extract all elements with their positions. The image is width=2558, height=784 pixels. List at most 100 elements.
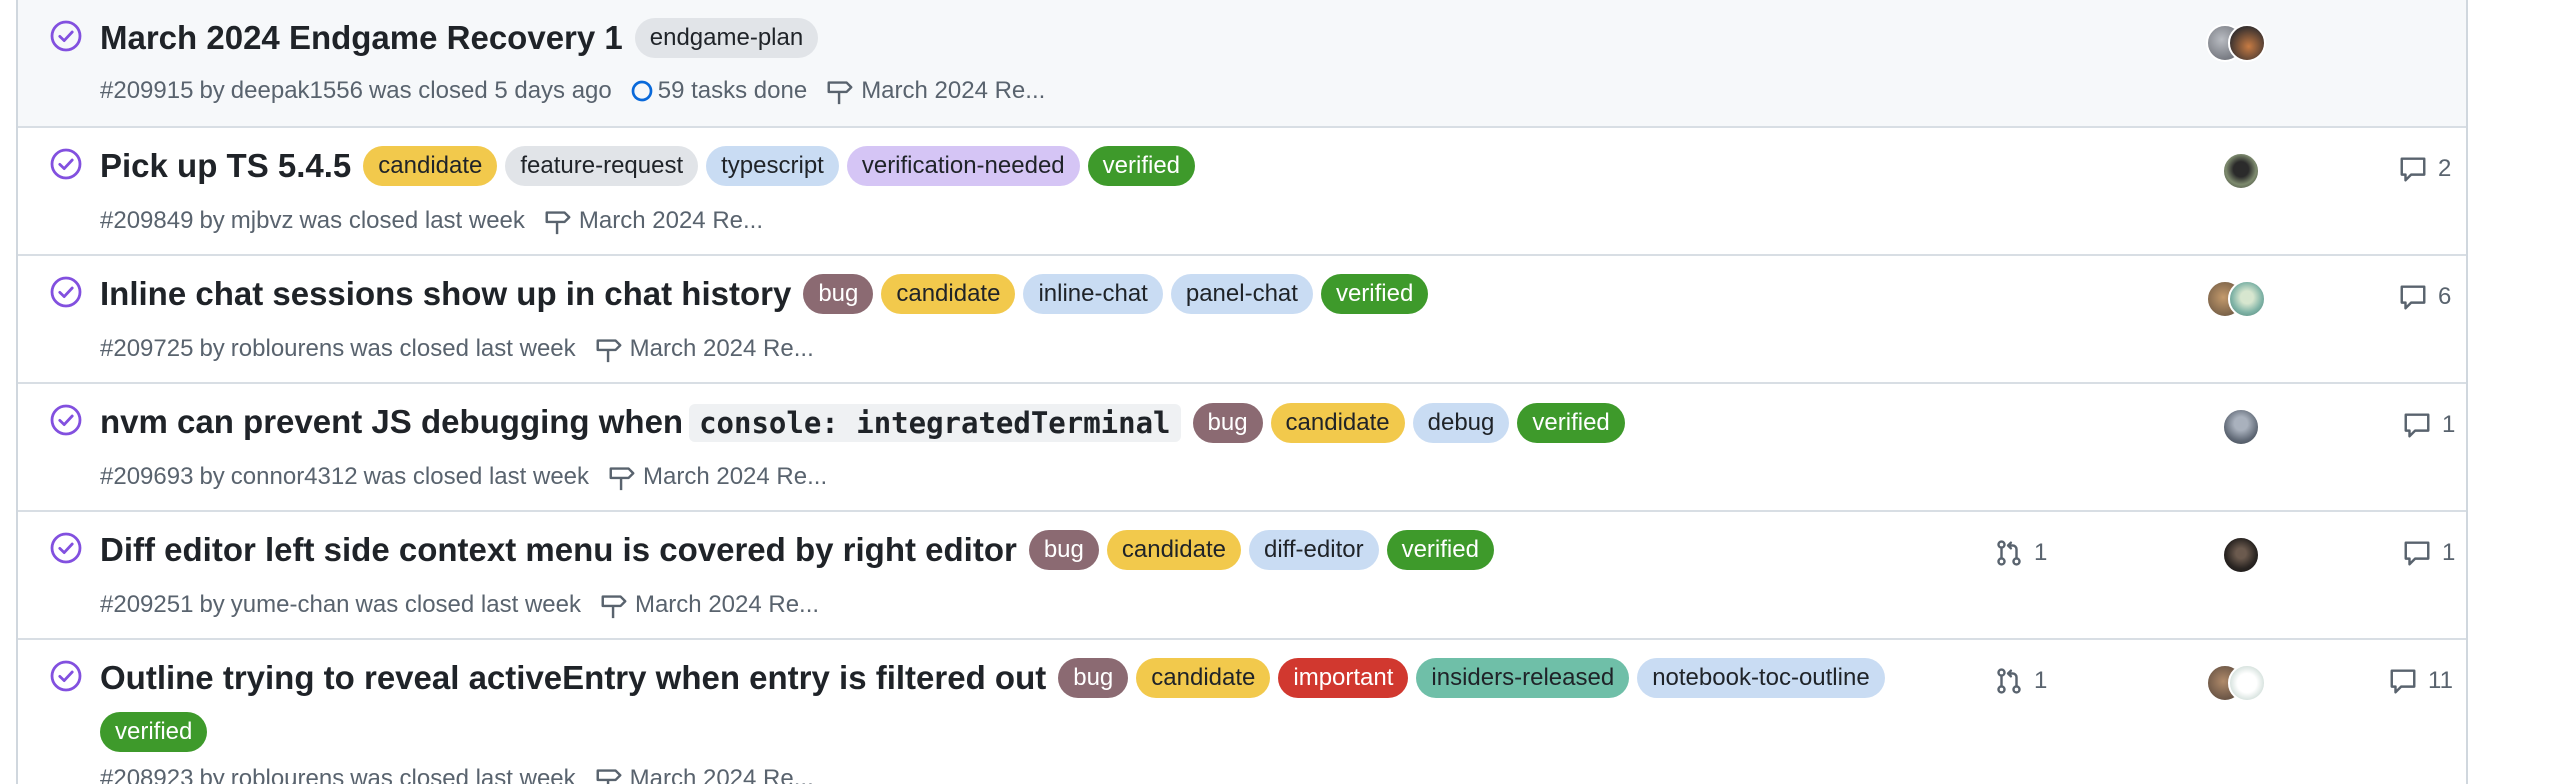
linked-prs-count-text: 1 [2034,539,2048,566]
issue-title-link[interactable]: Diff editor left side context menu is co… [100,530,1017,570]
comments-count[interactable]: 1 [2402,410,2455,440]
assignee-avatar[interactable] [2228,24,2266,62]
issue-row[interactable]: Diff editor left side context menu is co… [18,512,2466,640]
author-link[interactable]: mjbvz [231,207,294,235]
assignee-avatar[interactable] [2222,408,2260,446]
comment-icon [2404,413,2430,438]
issue-title-link[interactable]: Pick up TS 5.4.5 [100,146,351,186]
issue-number: #209251 [100,591,194,618]
milestone-link[interactable]: March 2024 Re... [643,463,827,491]
label-endgame-plan[interactable]: endgame-plan [634,18,819,58]
milestone-link[interactable]: March 2024 Re... [630,765,814,784]
author-link[interactable]: yume-chan [231,591,350,619]
label-candidate[interactable]: candidate [363,146,498,186]
issue-row[interactable]: Inline chat sessions show up in chat his… [18,256,2466,384]
issue-title-line: Outline trying to reveal activeEntry whe… [100,658,1906,752]
by-text: by [199,77,225,104]
issue-number: #209725 [100,335,194,362]
label-bug[interactable]: bug [1028,530,1099,570]
comments-count-text: 2 [2438,155,2452,182]
linked-prs-count[interactable]: 1 [1994,538,2047,568]
comment-icon [2400,157,2426,182]
assignee-avatars[interactable] [2206,24,2266,62]
assignee-avatar[interactable] [2222,152,2260,190]
issues-list: March 2024 Endgame Recovery 1 endgame-pl… [16,0,2468,784]
issue-row[interactable]: nvm can prevent JS debugging when console… [18,384,2466,512]
issue-meta: #209251 by yume-chan was closed last wee… [100,590,819,620]
label-panel-chat[interactable]: panel-chat [1170,274,1313,314]
assignee-avatar[interactable] [2222,536,2260,574]
label-inline-chat[interactable]: inline-chat [1023,274,1163,314]
label-bug[interactable]: bug [1058,658,1129,698]
issue-meta: #209693 by connor4312 was closed last we… [100,462,827,492]
label-insiders-released[interactable]: insiders-released [1416,658,1630,698]
milestone-icon [596,339,622,363]
issue-title-link[interactable]: Outline trying to reveal activeEntry whe… [100,658,1046,698]
linked-prs-count[interactable]: 1 [1994,666,2047,696]
assignee-avatar[interactable] [2228,280,2266,318]
pull-request-icon [1997,668,2021,694]
label-verified[interactable]: verified [1087,146,1196,186]
label-important[interactable]: important [1278,658,1409,698]
assignee-avatars[interactable] [2222,152,2260,190]
assignee-avatars[interactable] [2206,664,2266,702]
label-verified[interactable]: verified [1320,274,1429,314]
comment-icon [2400,285,2426,310]
author-link[interactable]: deepak1556 [231,77,363,105]
issue-title-link[interactable]: Inline chat sessions show up in chat his… [100,274,791,314]
assignee-avatars[interactable] [2222,408,2260,446]
author-link[interactable]: connor4312 [231,463,358,491]
label-verified[interactable]: verified [1517,402,1625,443]
issue-row[interactable]: Outline trying to reveal activeEntry whe… [18,640,2466,784]
comment-icon [2390,669,2416,694]
assignee-avatars[interactable] [2206,280,2266,318]
comments-count[interactable]: 11 [2388,666,2453,696]
issue-title-line: nvm can prevent JS debugging when console… [100,402,1906,443]
tasks-done-text[interactable]: 59 tasks done [658,77,807,105]
label-candidate[interactable]: candidate [1106,530,1241,570]
milestone-link[interactable]: March 2024 Re... [579,207,763,235]
label-notebook-toc-outline[interactable]: notebook-toc-outline [1637,658,1885,698]
label-candidate[interactable]: candidate [1270,402,1405,443]
comments-count-text: 6 [2438,283,2452,310]
label-verified[interactable]: verified [1386,530,1494,570]
label-diff-editor[interactable]: diff-editor [1248,530,1379,570]
label-debug[interactable]: debug [1412,402,1510,443]
issue-closed-icon [50,276,82,308]
task-progress-icon [631,80,653,102]
comments-count[interactable]: 6 [2398,282,2451,312]
milestone-link[interactable]: March 2024 Re... [861,77,1045,105]
closed-status-text: was closed last week [355,591,581,618]
label-candidate[interactable]: candidate [1136,658,1271,698]
milestone-link[interactable]: March 2024 Re... [630,335,814,363]
label-candidate[interactable]: candidate [881,274,1016,314]
assignee-avatars[interactable] [2222,536,2260,574]
milestone-icon [545,211,571,235]
label-bug[interactable]: bug [1192,402,1263,443]
issue-title-link[interactable]: nvm can prevent JS debugging when console… [100,402,1181,443]
issue-title-text[interactable]: nvm can prevent JS debugging when [100,403,683,440]
assignee-avatar[interactable] [2228,664,2266,702]
closed-status-text: was closed last week [363,463,590,490]
label-verified[interactable]: verified [100,712,208,752]
issue-row[interactable]: March 2024 Endgame Recovery 1 endgame-pl… [18,0,2466,128]
author-link[interactable]: roblourens [231,765,344,784]
comments-count[interactable]: 2 [2398,154,2451,184]
comments-count[interactable]: 1 [2402,538,2455,568]
linked-prs-count-text: 1 [2034,667,2048,694]
by-text: by [199,207,225,234]
milestone-link[interactable]: March 2024 Re... [635,591,819,619]
label-bug[interactable]: bug [803,274,874,314]
issue-title-line: Diff editor left side context menu is co… [100,530,1906,570]
issue-closed-icon [50,20,82,52]
issue-title-link[interactable]: March 2024 Endgame Recovery 1 [100,18,623,58]
label-verification-needed[interactable]: verification-needed [846,146,1080,186]
author-link[interactable]: roblourens [231,335,344,363]
issue-row[interactable]: Pick up TS 5.4.5 candidate feature-reque… [18,128,2466,256]
label-typescript[interactable]: typescript [706,146,839,186]
comment-icon [2404,541,2430,566]
label-feature-request[interactable]: feature-request [505,146,699,186]
issue-number: #209915 [100,77,194,104]
issue-meta: #209915 by deepak1556 was closed 5 days … [100,76,1045,106]
issue-title-line: March 2024 Endgame Recovery 1 endgame-pl… [100,18,1906,58]
